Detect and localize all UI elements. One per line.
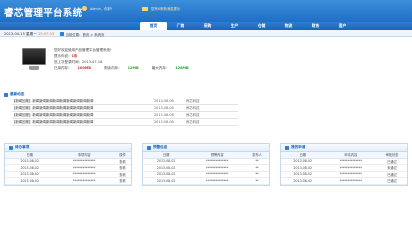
user-greeting[interactable]: Admin，你好! <box>82 6 112 11</box>
table-cell: 已通过 <box>377 177 407 185</box>
message-text: 您有6条新消息提示 <box>151 7 181 11</box>
panel-title: 待办事项 <box>15 145 30 149</box>
user-icon <box>82 6 87 11</box>
news-icon <box>4 92 8 97</box>
panel-title: 我的申请 <box>291 145 306 149</box>
nav-tabs: 首页 厂商 采购 生产 仓储 物流 财务 客户 <box>140 22 356 30</box>
top-header: 睿芯管理平台系统 Admin，你好! 您有6条新消息提示 <box>0 0 412 22</box>
nav-tab[interactable]: 财务 <box>302 22 329 30</box>
table-cell: ************** <box>189 177 246 185</box>
panel-table: 日期 预警内容 发布人 2013-08-02 ************** ** 2013-… <box>143 152 269 185</box>
max-memory: 最大内存： 128MB <box>151 66 189 70</box>
news-text[interactable]: 【新闻回报】新闻新闻新闻新闻新闻新闻新闻新闻新闻 <box>12 119 154 125</box>
table-cell: ** <box>245 177 269 185</box>
main-nav: 首页 厂商 采购 生产 仓储 物流 财务 客户 <box>0 22 412 30</box>
news-section-title: 最新动态 <box>4 92 24 97</box>
info-panel: 预警信息 日期 预警内容 发布人 2013-08-02 ************** ** 2… <box>142 143 270 186</box>
info-panel: 待办事项日期 事项内容 操作 2013-08-02 ************** 查看 20… <box>4 143 132 186</box>
panel-header: 我的申请 <box>281 144 407 152</box>
panel-title: 预警信息 <box>153 145 168 149</box>
panel-header: 预警信息 <box>143 144 269 152</box>
nav-tab[interactable]: 客户 <box>329 22 356 30</box>
nav-tab[interactable]: 仓储 <box>248 22 275 30</box>
notice-count[interactable]: 1条 <box>72 54 78 58</box>
news-date: 2013-08-08 <box>154 113 174 117</box>
news-row[interactable]: 【新闻回报】新闻新闻新闻新闻新闻新闻新闻新闻新闻 2013-08-08 睿芯科技 <box>12 119 238 126</box>
nav-tab[interactable]: 采购 <box>194 22 221 30</box>
panel-table: 日期 事项内容 操作 2013-08-02 ************** 查看 2013-0… <box>5 152 131 185</box>
news-source: 睿芯科技 <box>186 106 200 110</box>
nav-tab[interactable]: 生产 <box>221 22 248 30</box>
table-row: 2013-08-02 ************** 已通过 <box>281 177 407 185</box>
panel-table: 日期 申请内容 审批状态 2013-08-02 ************** 已通过 201… <box>281 152 407 185</box>
table-row: 2013-08-02 ************** ** <box>143 177 269 185</box>
panel-header: 待办事项 <box>5 144 131 152</box>
news-source: 睿芯科技 <box>186 99 200 103</box>
table-cell: ************** <box>324 177 378 185</box>
current-date: 2013-04-15 星期一 <box>4 31 37 36</box>
used-memory: 已用内存： 100MB <box>54 66 91 70</box>
breadcrumb: 当前位置：首页 > 系统页 <box>60 32 104 37</box>
monitor-icon <box>22 48 46 70</box>
news-date: 2013-08-08 <box>154 120 174 124</box>
news-source: 睿芯科技 <box>186 120 200 124</box>
nav-tab[interactable]: 首页 <box>140 22 167 30</box>
table-cell: ************** <box>54 177 114 185</box>
info-panel: 我的申请日期 申请内容 审批状态 2013-08-02 ************** 已通… <box>280 143 408 186</box>
free-memory: 剩余内存： 12MB <box>104 66 139 70</box>
table-cell[interactable]: 查看 <box>113 177 131 185</box>
news-date: 2013-08-08 <box>154 99 174 103</box>
notice-label: 提示你说： <box>54 54 72 58</box>
welcome-panel: 您好欢迎使用产品管理平台管理系统! 提示你说：1条 您上次登录时间：2013-0… <box>54 47 254 71</box>
user-name: Admin，你好! <box>90 7 113 11</box>
current-time: 15:07:33 <box>37 31 55 36</box>
news-row[interactable]: 【新闻回报】新闻新闻新闻新闻新闻新闻新闻新闻新闻 2013-08-08 睿芯科技 <box>12 105 238 112</box>
news-text[interactable]: 【新闻回报】新闻新闻新闻新闻新闻新闻新闻新闻新闻 <box>12 105 154 111</box>
news-date: 2013-08-08 <box>154 106 174 110</box>
nav-tab[interactable]: 厂商 <box>167 22 194 30</box>
table-row: 2013-08-02 ************** 查看 <box>5 177 131 185</box>
table-cell: 2013-08-02 <box>5 177 55 185</box>
panel-icon <box>285 145 289 150</box>
table-cell: 2013-08-02 <box>281 177 325 185</box>
message-alert[interactable]: 您有6条新消息提示 <box>142 6 180 11</box>
panel-icon <box>147 145 151 150</box>
mail-icon <box>142 6 148 11</box>
table-cell: 2013-08-02 <box>143 177 190 185</box>
panel-icon <box>9 145 13 150</box>
news-text[interactable]: 【新闻回报】新闻新闻新闻新闻新闻新闻新闻新闻新闻 <box>12 98 154 104</box>
news-list: 【新闻回报】新闻新闻新闻新闻新闻新闻新闻新闻新闻 2013-08-08 睿芯科技 【新… <box>12 98 238 126</box>
news-source: 睿芯科技 <box>186 113 200 117</box>
news-row[interactable]: 【新闻回报】新闻新闻新闻新闻新闻新闻新闻新闻新闻 2013-08-08 睿芯科技 <box>12 98 238 105</box>
memory-stats: 已用内存： 100MB 剩余内存： 12MB 最大内存： 128MB <box>54 65 254 71</box>
date-bar: 2013-04-15 星期一 15:07:33 当前位置：首页 > 系统页 <box>0 30 412 37</box>
breadcrumb-text[interactable]: 当前位置：首页 > 系统页 <box>66 32 105 37</box>
nav-tab[interactable]: 物流 <box>275 22 302 30</box>
home-icon <box>60 32 64 36</box>
date-display: 2013-04-15 星期一 15:07:33 <box>4 32 54 37</box>
news-row[interactable]: 【新闻回报】新闻新闻新闻新闻新闻新闻新闻新闻新闻 2013-08-08 睿芯科技 <box>12 112 238 119</box>
news-text[interactable]: 【新闻回报】新闻新闻新闻新闻新闻新闻新闻新闻新闻 <box>12 112 154 118</box>
app-logo[interactable]: 睿芯管理平台系统 <box>4 5 82 19</box>
